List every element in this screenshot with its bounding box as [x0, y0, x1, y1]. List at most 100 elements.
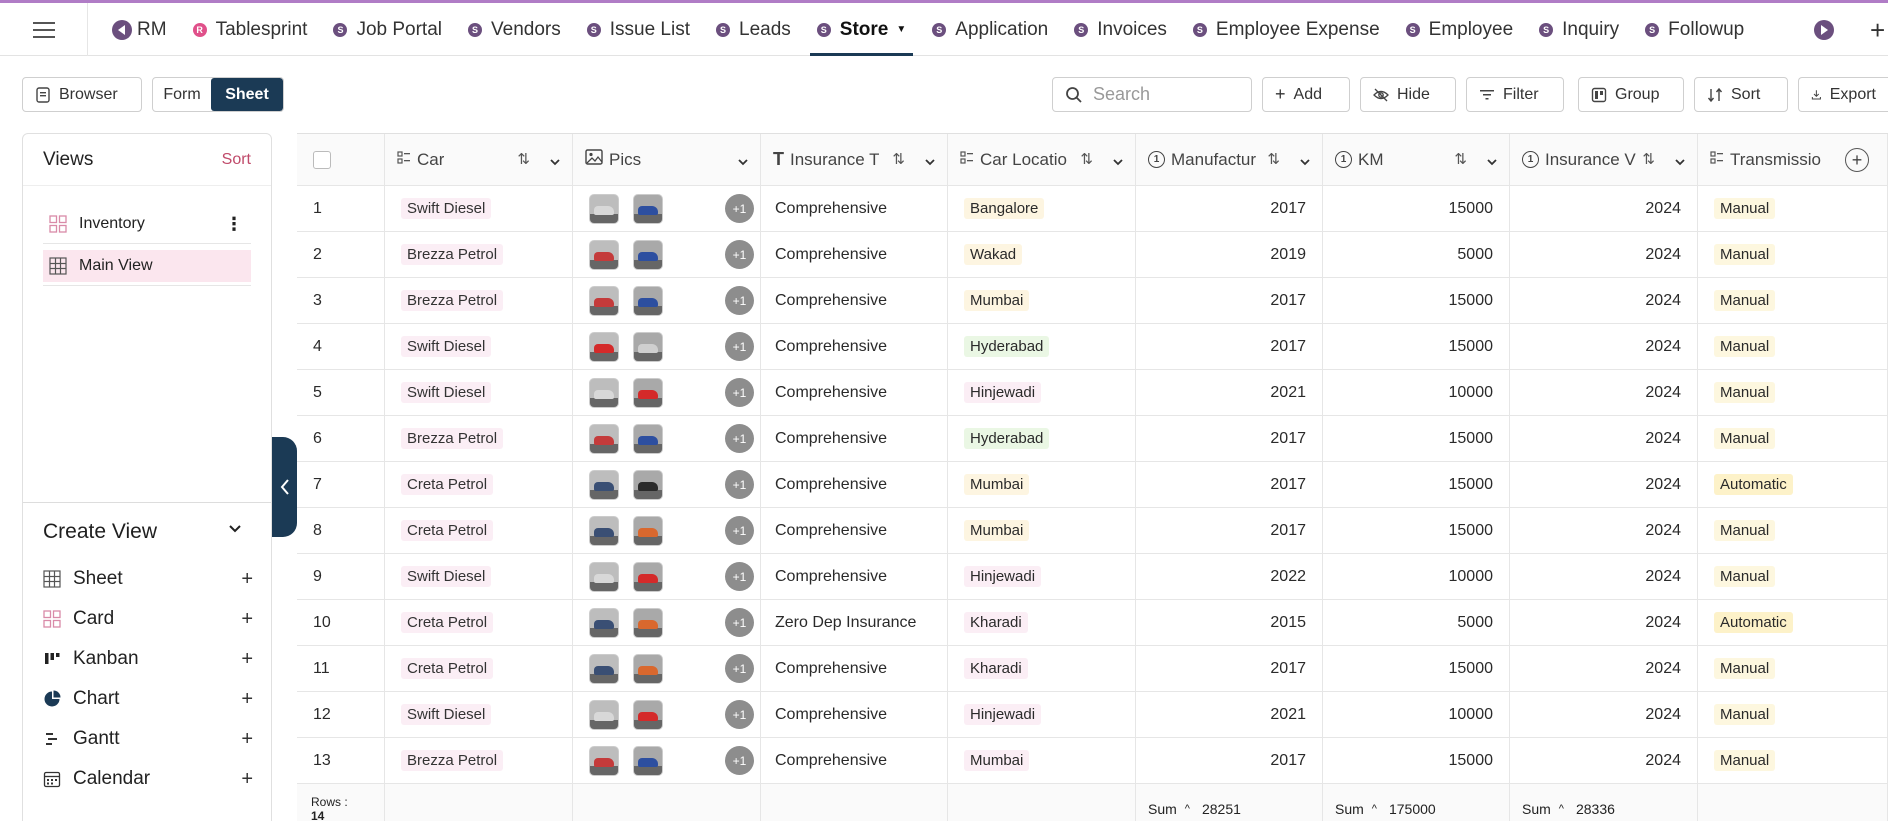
tab-job-portal[interactable]: S Job Portal [320, 3, 455, 56]
tab-employee-expense[interactable]: S Employee Expense [1180, 3, 1393, 56]
car-thumbnail[interactable] [633, 377, 663, 408]
pics-cell[interactable]: +1 [573, 554, 761, 600]
car-cell[interactable]: Swift Diesel [385, 186, 573, 232]
sort-icon[interactable]: ⇅ [1454, 150, 1467, 168]
chevron-down-icon[interactable] [1113, 151, 1123, 171]
car-thumbnail[interactable] [589, 561, 619, 592]
tab-invoices[interactable]: S Invoices [1061, 3, 1180, 56]
collapse-panel-button[interactable] [272, 437, 297, 537]
pics-cell[interactable]: +1 [573, 278, 761, 324]
car-location-cell[interactable]: Mumbai [948, 508, 1136, 554]
transmission-cell[interactable]: Manual [1698, 278, 1888, 324]
transmission-cell[interactable]: Manual [1698, 738, 1888, 784]
car-cell[interactable]: Brezza Petrol [385, 278, 573, 324]
insurance-type-cell[interactable]: Comprehensive [761, 462, 948, 508]
car-thumbnail[interactable] [589, 193, 619, 224]
car-cell[interactable]: Swift Diesel [385, 554, 573, 600]
car-location-cell[interactable]: Hinjewadi [948, 370, 1136, 416]
manufacturing-year-cell[interactable]: 2021 [1136, 692, 1323, 738]
km-cell[interactable]: 10000 [1323, 554, 1510, 600]
manufacturing-year-cell[interactable]: 2021 [1136, 370, 1323, 416]
tab-issue-list[interactable]: S Issue List [574, 3, 703, 56]
manufacturing-year-cell[interactable]: 2017 [1136, 416, 1323, 462]
hide-button[interactable]: Hide [1360, 77, 1456, 112]
column-header[interactable]: 1 Insurance V ⇅ [1510, 134, 1698, 186]
more-images-badge[interactable]: +1 [725, 562, 754, 591]
pics-cell[interactable]: +1 [573, 462, 761, 508]
sort-icon[interactable]: ⇅ [1642, 150, 1655, 168]
pics-cell[interactable]: +1 [573, 600, 761, 646]
insurance-validity-cell[interactable]: 2024 [1510, 554, 1698, 600]
manufacturing-year-cell[interactable]: 2015 [1136, 600, 1323, 646]
insurance-validity-cell[interactable]: 2024 [1510, 416, 1698, 462]
create-chart-view[interactable]: Chart + [43, 684, 253, 714]
plus-icon[interactable]: + [241, 608, 253, 631]
transmission-cell[interactable]: Automatic [1698, 600, 1888, 646]
pics-cell[interactable]: +1 [573, 416, 761, 462]
car-location-cell[interactable]: Hinjewadi [948, 692, 1136, 738]
insurance-type-cell[interactable]: Comprehensive [761, 738, 948, 784]
car-thumbnail[interactable] [589, 423, 619, 454]
scroll-tabs-right-button[interactable] [1814, 20, 1834, 40]
more-images-badge[interactable]: +1 [725, 516, 754, 545]
insurance-validity-cell[interactable]: 2024 [1510, 692, 1698, 738]
car-cell[interactable]: Swift Diesel [385, 370, 573, 416]
insurance-validity-cell[interactable]: 2024 [1510, 462, 1698, 508]
car-location-cell[interactable]: Mumbai [948, 278, 1136, 324]
insurance-validity-cell[interactable]: 2024 [1510, 600, 1698, 646]
car-thumbnail[interactable] [633, 745, 663, 776]
km-cell[interactable]: 15000 [1323, 462, 1510, 508]
plus-icon[interactable]: + [241, 688, 253, 711]
km-cell[interactable]: 15000 [1323, 646, 1510, 692]
km-cell[interactable]: 15000 [1323, 416, 1510, 462]
pics-cell[interactable]: +1 [573, 646, 761, 692]
car-location-cell[interactable]: Wakad [948, 232, 1136, 278]
filter-button[interactable]: Filter [1466, 77, 1564, 112]
transmission-cell[interactable]: Manual [1698, 186, 1888, 232]
manufacturing-year-cell[interactable]: 2017 [1136, 738, 1323, 784]
km-cell[interactable]: 15000 [1323, 324, 1510, 370]
km-cell[interactable]: 15000 [1323, 508, 1510, 554]
more-images-badge[interactable]: +1 [725, 746, 754, 775]
column-header[interactable]: Pics [573, 134, 761, 186]
tab-application[interactable]: S Application [919, 3, 1061, 56]
group-button[interactable]: Group [1578, 77, 1684, 112]
pics-cell[interactable]: +1 [573, 370, 761, 416]
insurance-type-cell[interactable]: Comprehensive [761, 692, 948, 738]
car-cell[interactable]: Creta Petrol [385, 646, 573, 692]
car-location-cell[interactable]: Hinjewadi [948, 554, 1136, 600]
km-cell[interactable]: 15000 [1323, 186, 1510, 232]
chevron-up-icon[interactable]: ^ [1559, 803, 1564, 815]
view-item-inventory[interactable]: Inventory ⋮ [43, 208, 251, 240]
manufacturing-year-cell[interactable]: 2017 [1136, 508, 1323, 554]
car-cell[interactable]: Swift Diesel [385, 324, 573, 370]
create-calendar-view[interactable]: Calendar + [43, 764, 253, 794]
manufacturing-year-cell[interactable]: 2019 [1136, 232, 1323, 278]
manufacturing-year-cell[interactable]: 2017 [1136, 278, 1323, 324]
insurance-type-cell[interactable]: Comprehensive [761, 646, 948, 692]
create-sheet-view[interactable]: Sheet + [43, 564, 253, 594]
form-tab[interactable]: Form [153, 78, 211, 111]
tab-rm[interactable]: SRM [136, 3, 180, 56]
plus-icon[interactable]: + [241, 768, 253, 791]
chevron-up-icon[interactable]: ^ [1185, 803, 1190, 815]
more-images-badge[interactable]: +1 [725, 470, 754, 499]
car-thumbnail[interactable] [589, 239, 619, 270]
scroll-tabs-left-button[interactable] [112, 20, 132, 40]
chevron-down-icon[interactable] [1487, 151, 1497, 171]
car-thumbnail[interactable] [589, 745, 619, 776]
sort-icon[interactable]: ⇅ [1080, 150, 1093, 168]
insurance-type-cell[interactable]: Comprehensive [761, 370, 948, 416]
car-location-cell[interactable]: Hyderabad [948, 416, 1136, 462]
transmission-cell[interactable]: Manual [1698, 692, 1888, 738]
car-location-cell[interactable]: Mumbai [948, 462, 1136, 508]
km-cell[interactable]: 15000 [1323, 278, 1510, 324]
column-header[interactable]: Car ⇅ [385, 134, 573, 186]
more-images-badge[interactable]: +1 [725, 654, 754, 683]
manufacturing-year-cell[interactable]: 2022 [1136, 554, 1323, 600]
transmission-cell[interactable]: Manual [1698, 646, 1888, 692]
more-images-badge[interactable]: +1 [725, 378, 754, 407]
car-thumbnail[interactable] [633, 561, 663, 592]
sort-button[interactable]: Sort [1694, 77, 1788, 112]
select-all-checkbox[interactable] [313, 150, 331, 169]
